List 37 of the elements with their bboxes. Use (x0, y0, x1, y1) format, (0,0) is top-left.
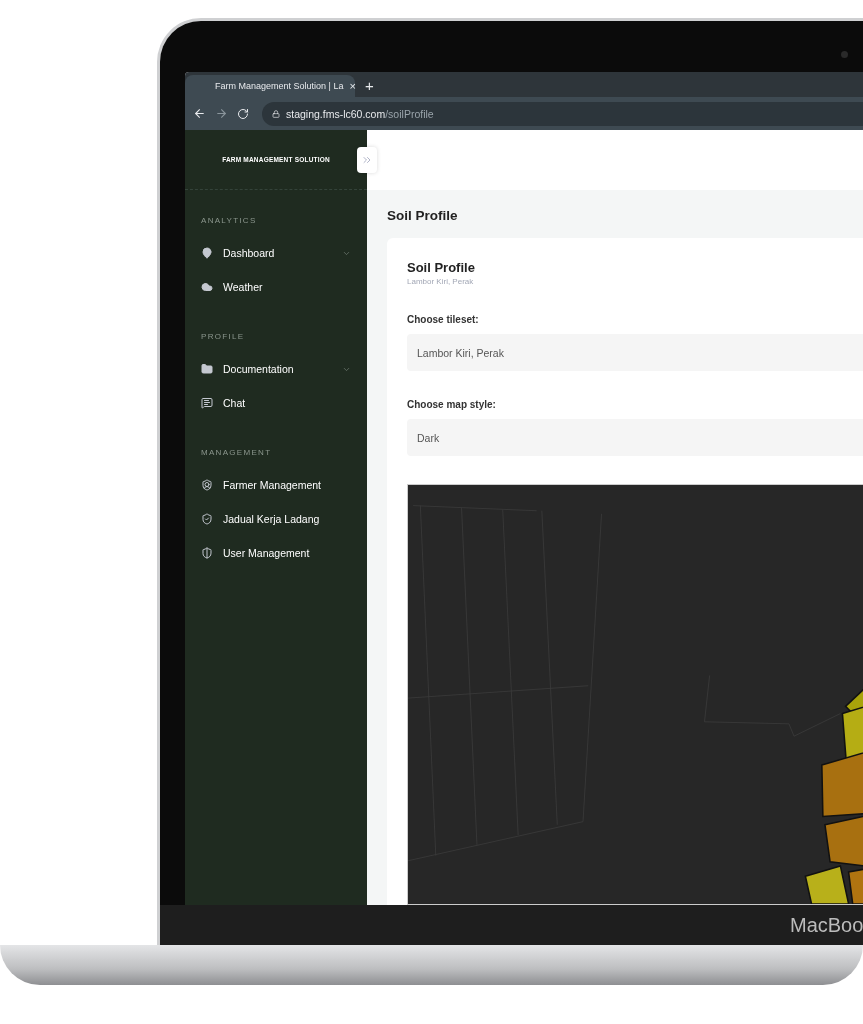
card-title: Soil Profile (407, 260, 476, 276)
sidebar-item[interactable]: Dashboard (201, 236, 351, 270)
browser-tab[interactable]: Farm Management Solution | La × (185, 75, 355, 97)
shield-check-icon (201, 513, 213, 525)
folder-icon (201, 363, 213, 375)
camera-icon (841, 51, 848, 58)
sidebar-item[interactable]: User Management (201, 536, 351, 570)
lock-icon (272, 109, 280, 118)
section-heading: ANALYTICS (201, 215, 258, 227)
new-tab-button[interactable]: + (365, 75, 374, 97)
url-text: staging.fms-lc60.com/soilProfile (286, 107, 434, 120)
sidebar-item[interactable]: Weather (201, 270, 351, 304)
select-field[interactable]: Dark (407, 419, 863, 456)
chat-icon (201, 397, 213, 409)
tab-title: Farm Management Solution | La (215, 81, 344, 91)
back-icon[interactable] (193, 107, 206, 120)
map-pin-icon (201, 247, 213, 259)
section-heading: PROFILE (201, 331, 246, 343)
close-tab-button[interactable]: × (349, 80, 356, 92)
cloud-icon (201, 281, 213, 293)
double-chevron-icon (361, 154, 373, 166)
sidebar-item[interactable]: Chat (201, 386, 351, 420)
field-label: Choose tileset: (407, 314, 480, 326)
page-title: Soil Profile (386, 207, 459, 225)
shield-user-icon (201, 479, 213, 491)
section-heading: MANAGEMENT (201, 447, 273, 459)
laptop-label: MacBoo (790, 913, 863, 937)
forward-icon[interactable] (215, 107, 228, 120)
field-label: Choose map style: (407, 399, 497, 411)
sidebar-item[interactable]: Jadual Kerja Ladang (201, 502, 351, 536)
address-bar[interactable]: staging.fms-lc60.com/soilProfile (262, 101, 863, 126)
reload-icon[interactable] (237, 107, 249, 120)
sidebar-item[interactable]: Documentation (201, 352, 351, 386)
sidebar-item[interactable]: Farmer Management (201, 468, 351, 502)
shield-icon (201, 547, 213, 559)
select-field[interactable]: Lambor Kiri, Perak (407, 334, 863, 371)
card-subtitle: Lambor Kiri, Perak (407, 277, 475, 286)
